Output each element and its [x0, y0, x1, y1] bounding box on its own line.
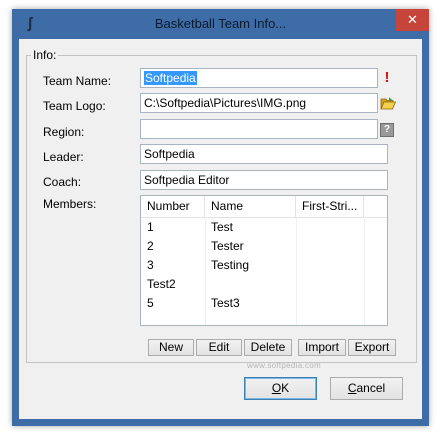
member-name — [205, 275, 211, 294]
dialog-window: ʃ Basketball Team Info... ✕ Info: Team N… — [12, 9, 429, 426]
new-member-button[interactable]: New — [148, 339, 194, 356]
team-name-field[interactable]: Softpedia — [140, 68, 378, 88]
region-field[interactable] — [140, 119, 378, 139]
window-title: Basketball Team Info... — [154, 16, 287, 31]
member-name: Test3 — [211, 296, 240, 310]
watermark-text: www.softpedia.com — [247, 361, 322, 370]
folder-open-icon[interactable] — [380, 96, 396, 110]
team-name-value: Softpedia — [144, 71, 197, 85]
coach-label: Coach: — [43, 175, 82, 189]
table-row[interactable]: 5 Test3 — [141, 294, 387, 313]
region-label: Region: — [43, 125, 85, 139]
cancel-button[interactable]: Cancel — [330, 377, 403, 400]
member-number: 5 — [147, 296, 154, 310]
members-label: Members: — [43, 197, 97, 211]
exclamation-icon: ! — [384, 69, 390, 86]
ok-mnemonic: O — [271, 381, 282, 395]
team-logo-label: Team Logo: — [43, 99, 106, 113]
leader-field[interactable]: Softpedia — [140, 144, 388, 164]
leader-label: Leader: — [43, 150, 84, 164]
team-name-label: Team Name: — [43, 74, 112, 88]
column-name[interactable]: Name — [205, 196, 296, 217]
close-icon: ✕ — [407, 12, 418, 27]
dialog-body: Info: Team Name: Softpedia ! Team Logo: … — [19, 39, 422, 419]
member-name: Testing — [211, 258, 250, 272]
table-row[interactable]: 1 Test — [141, 218, 387, 237]
cancel-label: ancel — [356, 381, 386, 395]
table-row[interactable]: 3 Testing — [141, 256, 387, 275]
column-number[interactable]: Number — [141, 196, 205, 217]
info-group-label: Info: — [31, 48, 59, 62]
table-row[interactable]: 2 Tester — [141, 237, 387, 256]
member-name: Test — [211, 220, 234, 234]
member-number: 1 — [147, 220, 154, 234]
member-number: 3 — [147, 258, 154, 272]
ok-label: K — [281, 381, 290, 395]
members-list[interactable]: Number Name First-Stri... 1 Test 2 Teste… — [140, 195, 388, 326]
member-number: 2 — [147, 239, 154, 253]
column-first-string[interactable]: First-Stri... — [296, 196, 364, 217]
title-bar[interactable]: ʃ Basketball Team Info... ✕ — [12, 9, 429, 39]
members-header: Number Name First-Stri... — [141, 196, 387, 218]
delete-member-button[interactable]: Delete — [244, 339, 292, 356]
export-button[interactable]: Export — [348, 339, 396, 356]
table-row[interactable]: Test2 — [141, 275, 387, 294]
ok-button[interactable]: OK — [244, 377, 317, 400]
coach-field[interactable]: Softpedia Editor — [140, 170, 388, 190]
question-mark-icon[interactable]: ? — [380, 123, 394, 137]
member-number: Test2 — [147, 277, 176, 291]
member-name: Tester — [211, 239, 244, 253]
team-logo-field[interactable]: C:\Softpedia\Pictures\IMG.png — [140, 93, 378, 113]
close-button[interactable]: ✕ — [396, 9, 429, 31]
edit-member-button[interactable]: Edit — [196, 339, 242, 356]
import-button[interactable]: Import — [298, 339, 346, 356]
app-icon: ʃ — [27, 15, 33, 32]
